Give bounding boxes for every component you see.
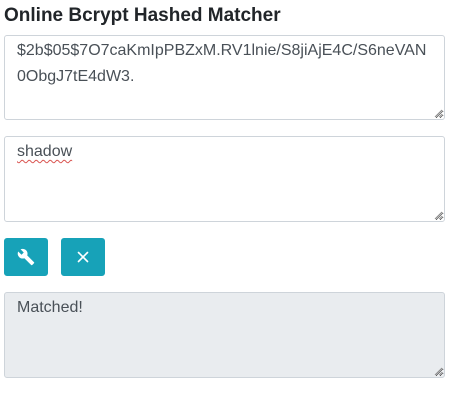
resize-grip-icon[interactable] — [433, 108, 443, 118]
resize-grip-icon[interactable] — [433, 210, 443, 220]
hash-input[interactable]: $2b$05$7O7caKmIpPBZxM.RV1lnie/S8jiAjE4C/… — [4, 35, 445, 120]
close-icon — [77, 251, 89, 263]
resize-grip-icon[interactable] — [433, 366, 443, 376]
wrench-icon — [17, 248, 35, 266]
clear-button[interactable] — [61, 238, 105, 276]
page-title: Online Bcrypt Hashed Matcher — [4, 5, 281, 26]
plain-text-value: shadow — [17, 139, 432, 165]
plain-text-input[interactable]: shadow — [4, 136, 445, 222]
result-value: Matched! — [17, 299, 83, 316]
result-output: Matched! — [4, 292, 445, 378]
hash-input-value: $2b$05$7O7caKmIpPBZxM.RV1lnie/S8jiAjE4C/… — [17, 42, 427, 85]
plain-text-word: shadow — [17, 143, 73, 160]
match-button[interactable] — [4, 238, 48, 276]
